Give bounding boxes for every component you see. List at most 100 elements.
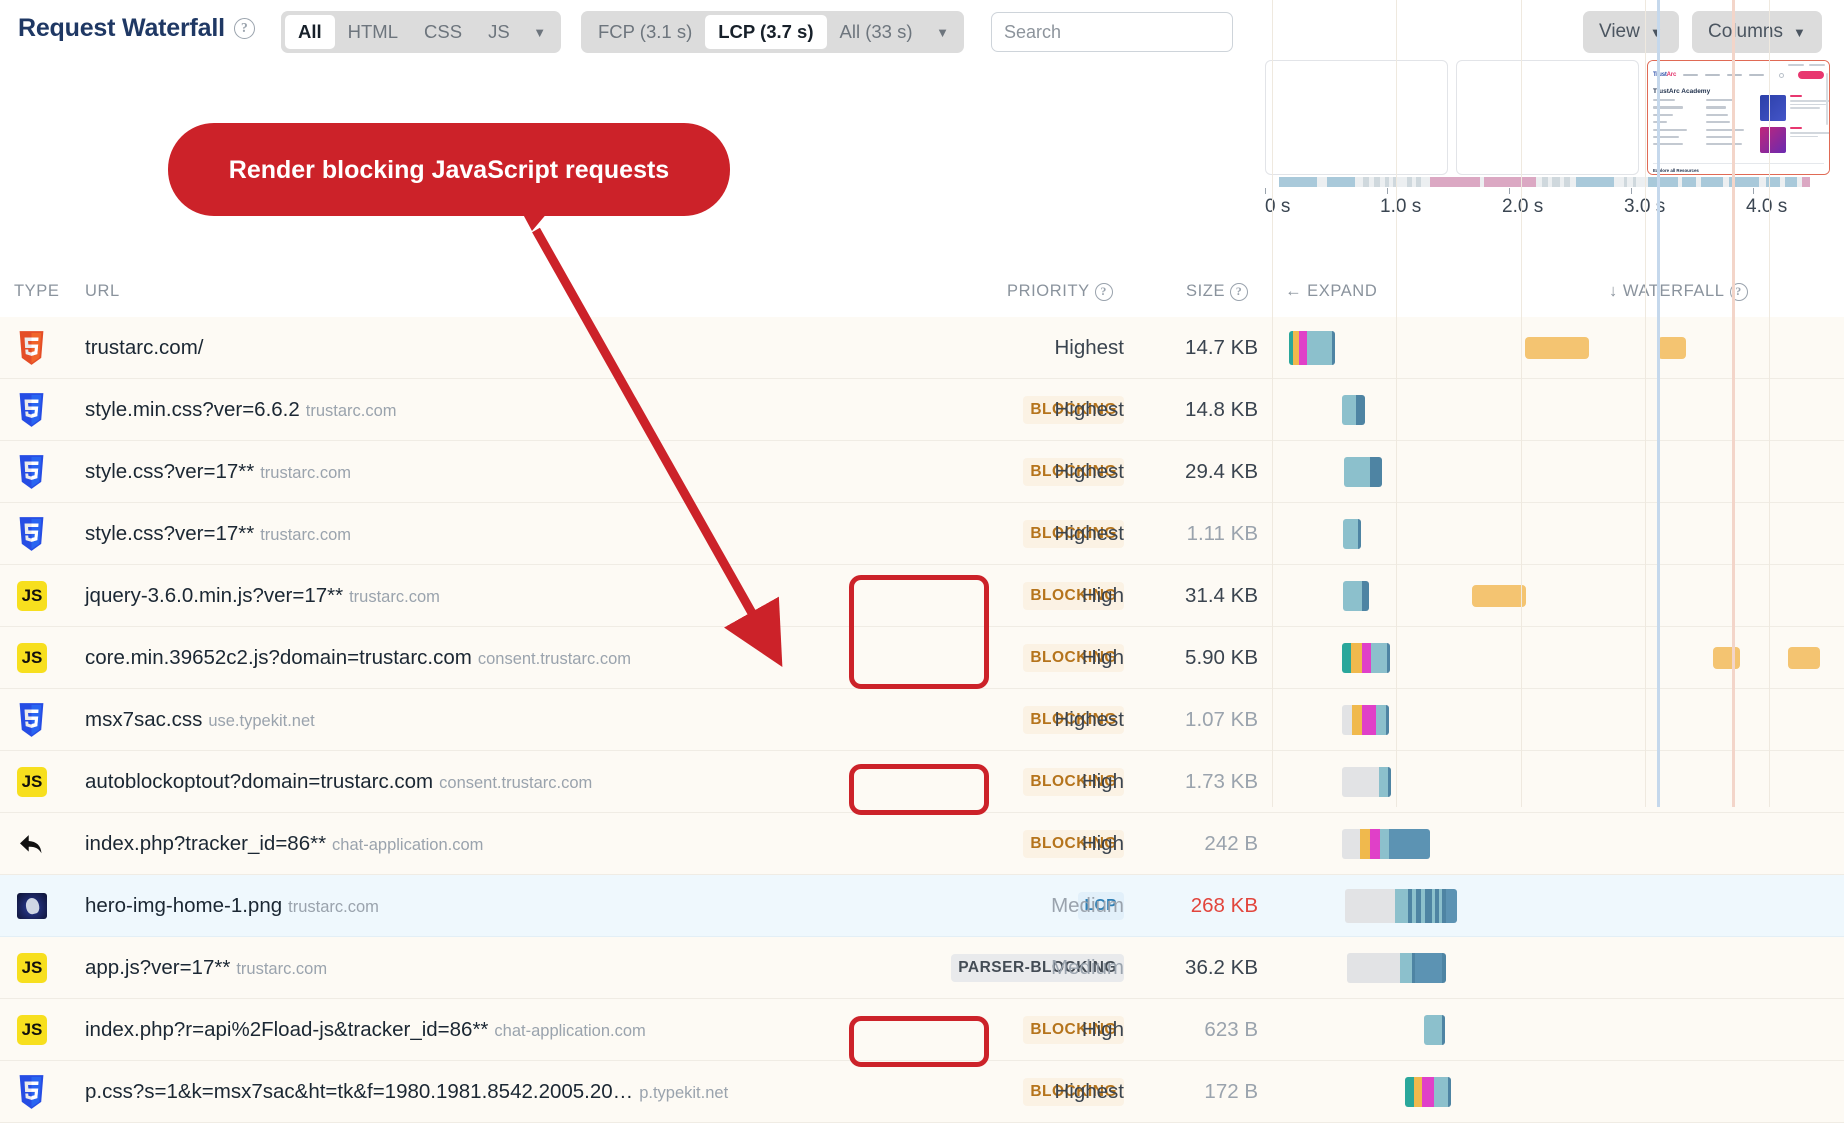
type-filter-js[interactable]: JS	[475, 15, 523, 49]
row-waterfall-lane[interactable]	[1272, 503, 1844, 565]
table-row[interactable]: style.min.css?ver=6.6.2 trustarc.com BLOCK…	[0, 379, 1844, 441]
table-row[interactable]: JS jquery-3.6.0.min.js?ver=17** trustarc.c…	[0, 565, 1844, 627]
table-row[interactable]: trustarc.com/Highest 14.7 KB	[0, 317, 1844, 379]
row-url[interactable]: jquery-3.6.0.min.js?ver=17** trustarc.com	[85, 584, 440, 608]
question-mark-icon[interactable]: ?	[1729, 282, 1748, 301]
row-waterfall-lane[interactable]	[1272, 627, 1844, 689]
view-button[interactable]: View ▼	[1583, 11, 1679, 53]
table-row[interactable]: index.php?tracker_id=86** chat-applicatio…	[0, 813, 1844, 875]
table-row[interactable]: JS autoblockoptout?domain=trustarc.com con…	[0, 751, 1844, 813]
row-waterfall-lane[interactable]	[1272, 937, 1844, 999]
row-url[interactable]: index.php?r=api%2Fload-js&tracker_id=86*…	[85, 1018, 646, 1042]
row-url[interactable]: style.css?ver=17** trustarc.com	[85, 460, 351, 484]
filmstrip-frame-2[interactable]	[1456, 60, 1639, 175]
question-mark-icon[interactable]: ?	[1094, 282, 1113, 301]
table-row[interactable]: hero-img-home-1.png trustarc.com LCP Medium…	[0, 875, 1844, 937]
type-filter-css[interactable]: CSS	[411, 15, 475, 49]
row-url[interactable]: msx7sac.css use.typekit.net	[85, 708, 315, 732]
row-size: 1.07 KB	[1185, 708, 1258, 731]
row-url[interactable]: p.css?s=1&k=msx7sac&ht=tk&f=1980.1981.85…	[85, 1080, 728, 1104]
table-row[interactable]: JS core.min.39652c2.js?domain=trustarc.co…	[0, 627, 1844, 689]
row-url-host: trustarc.com	[260, 525, 351, 544]
metric-filter-all[interactable]: All (33 s)	[827, 15, 926, 49]
search-input[interactable]	[991, 12, 1233, 52]
question-mark-icon[interactable]: ?	[1230, 282, 1249, 301]
question-mark-icon[interactable]: ?	[233, 18, 255, 39]
row-url[interactable]: autoblockoptout?domain=trustarc.com conse…	[85, 770, 592, 794]
row-url[interactable]: trustarc.com/	[85, 336, 203, 360]
row-url-name: index.php?r=api%2Fload-js&tracker_id=86*…	[85, 1017, 489, 1041]
chevron-down-icon[interactable]: ▼	[926, 15, 960, 49]
row-waterfall-lane[interactable]	[1272, 875, 1844, 937]
waterfall-bar-segment	[1371, 643, 1387, 673]
tick-label-4: 4.0 s	[1746, 196, 1788, 217]
row-url[interactable]: style.min.css?ver=6.6.2 trustarc.com	[85, 398, 397, 422]
row-waterfall-lane[interactable]	[1272, 999, 1844, 1061]
preview-explore-link: Explore all Resources	[1653, 168, 1699, 173]
row-waterfall-lane[interactable]	[1272, 379, 1844, 441]
row-url[interactable]: index.php?tracker_id=86** chat-applicatio…	[85, 832, 483, 856]
waterfall-bar	[1345, 889, 1457, 923]
row-waterfall-lane[interactable]	[1272, 1061, 1844, 1123]
table-row[interactable]: p.css?s=1&k=msx7sac&ht=tk&f=1980.1981.85…	[0, 1061, 1844, 1123]
column-header-size[interactable]: SIZE ?	[1186, 282, 1249, 301]
waterfall-bar-segment	[1342, 395, 1356, 425]
row-waterfall-lane[interactable]	[1272, 751, 1844, 813]
metric-filter-group[interactable]: FCP (3.1 s) LCP (3.7 s) All (33 s) ▼	[581, 11, 964, 53]
page-preview: TrustArc TrustArc Academy Explore all Re…	[1648, 61, 1829, 174]
css3-icon	[17, 702, 46, 737]
metric-filter-fcp[interactable]: FCP (3.1 s)	[585, 15, 705, 49]
row-url[interactable]: app.js?ver=17** trustarc.com	[85, 956, 327, 980]
filmstrip-frame-1[interactable]	[1265, 60, 1448, 175]
filmstrip-frame-3[interactable]: TrustArc TrustArc Academy Explore all Re…	[1647, 60, 1830, 175]
waterfall-bar-segment	[1342, 643, 1351, 673]
waterfall-bar-segment	[1379, 767, 1388, 797]
waterfall-bar-segment	[1342, 767, 1379, 797]
waterfall-bar-segment	[1370, 457, 1382, 487]
type-filter-html[interactable]: HTML	[335, 15, 411, 49]
row-waterfall-lane[interactable]	[1272, 565, 1844, 627]
row-url[interactable]: hero-img-home-1.png trustarc.com	[85, 894, 379, 918]
table-row[interactable]: style.css?ver=17** trustarc.com BLOCKING Hi…	[0, 441, 1844, 503]
request-table: trustarc.com/Highest 14.7 KB style.min.css…	[0, 317, 1844, 1124]
waterfall-bar-segment	[1362, 705, 1376, 735]
table-row[interactable]: JS app.js?ver=17** trustarc.com PARSER-BLOC…	[0, 937, 1844, 999]
table-row[interactable]: JS index.php?r=api%2Fload-js&tracker_id=8…	[0, 999, 1844, 1061]
column-header-url[interactable]: URL	[85, 282, 120, 301]
columns-button[interactable]: Columns ▼	[1692, 11, 1822, 53]
row-priority: Medium	[1051, 894, 1124, 917]
metric-filter-lcp[interactable]: LCP (3.7 s)	[705, 15, 827, 49]
row-url-host: chat-application.com	[494, 1021, 646, 1040]
row-size: 31.4 KB	[1185, 584, 1258, 607]
row-priority: Highest	[1054, 336, 1124, 359]
row-priority: High	[1081, 1018, 1124, 1041]
expand-button[interactable]: ← EXPAND	[1285, 282, 1377, 301]
row-priority: Highest	[1054, 522, 1124, 545]
type-filter-all[interactable]: All	[285, 15, 335, 49]
type-filter-group[interactable]: All HTML CSS JS ▼	[281, 11, 561, 53]
colorstrip-segment	[1327, 177, 1355, 187]
row-waterfall-lane[interactable]	[1272, 317, 1844, 379]
row-url[interactable]: style.css?ver=17** trustarc.com	[85, 522, 351, 546]
waterfall-cpu-bar	[1472, 585, 1526, 607]
column-header-waterfall[interactable]: ↓ WATERFALL ?	[1609, 282, 1748, 301]
table-row[interactable]: style.css?ver=17** trustarc.com BLOCKING Hi…	[0, 503, 1844, 565]
row-type-icon	[17, 1074, 47, 1109]
js-icon: JS	[17, 766, 47, 797]
column-header-type[interactable]: TYPE	[14, 282, 60, 301]
table-row[interactable]: msx7sac.css use.typekit.net BLOCKING Highes…	[0, 689, 1844, 751]
row-waterfall-lane[interactable]	[1272, 689, 1844, 751]
waterfall-bar-segment	[1415, 953, 1442, 983]
row-url-host: consent.trustarc.com	[439, 773, 593, 792]
colorstrip-segment	[1279, 177, 1317, 187]
waterfall-bar-segment	[1424, 1015, 1442, 1045]
colorstrip-segment	[1265, 177, 1279, 187]
html5-icon	[17, 330, 46, 365]
row-url[interactable]: core.min.39652c2.js?domain=trustarc.com c…	[85, 646, 631, 670]
column-header-priority[interactable]: PRIORITY ?	[1007, 282, 1113, 301]
row-waterfall-lane[interactable]	[1272, 441, 1844, 503]
row-size: 1.73 KB	[1185, 770, 1258, 793]
search-icon	[1778, 72, 1784, 78]
chevron-down-icon[interactable]: ▼	[523, 15, 557, 49]
row-waterfall-lane[interactable]	[1272, 813, 1844, 875]
